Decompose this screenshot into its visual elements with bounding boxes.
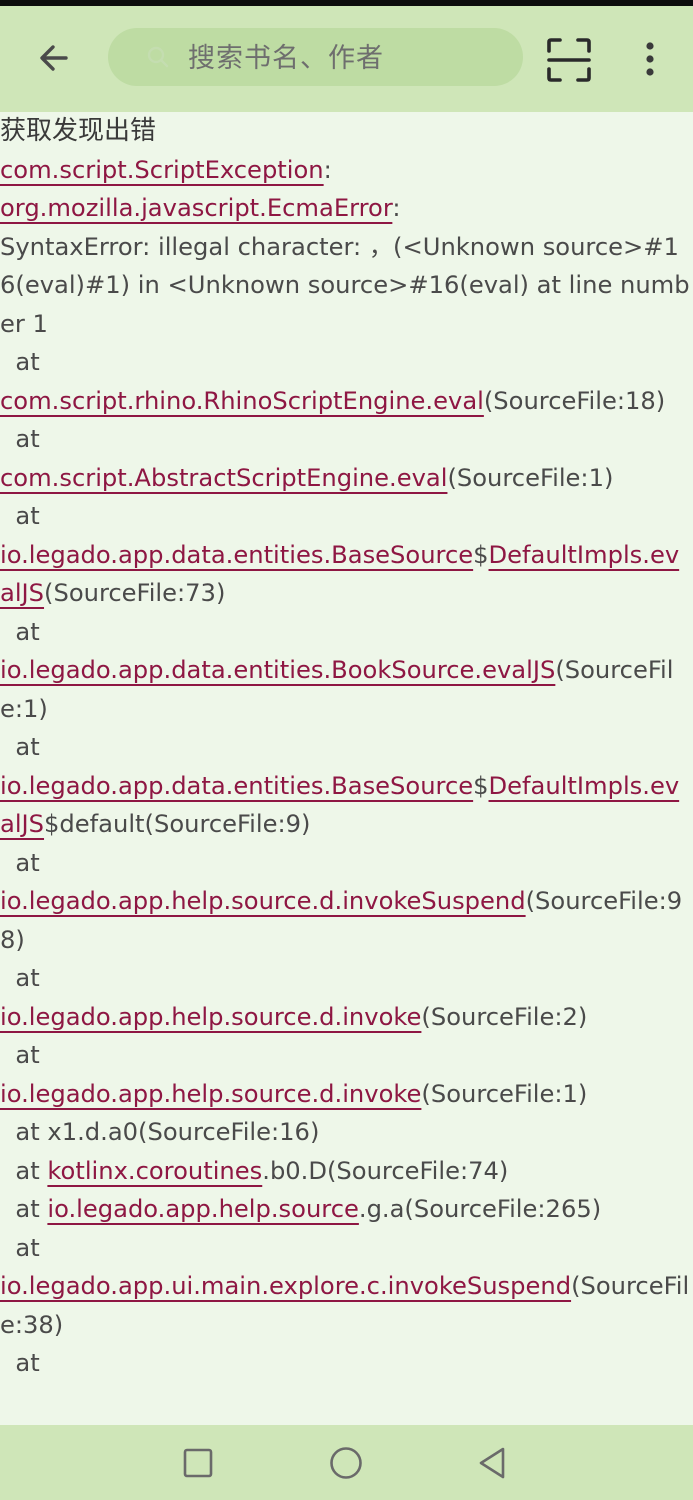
log-line: at: [0, 844, 693, 883]
log-text: at: [0, 1041, 48, 1069]
log-link[interactable]: io.legado.app.help.source.d.invoke: [0, 1003, 421, 1031]
triangle-back-icon: [479, 1447, 505, 1479]
more-vert-icon: [646, 42, 654, 76]
log-line: at: [0, 1344, 693, 1383]
log-line: at: [0, 497, 693, 536]
log-text: $default(SourceFile:9): [44, 810, 311, 838]
log-link[interactable]: com.script.ScriptException: [0, 156, 324, 184]
log-link[interactable]: io.legado.app.data.entities.BaseSource: [0, 541, 473, 569]
log-line: io.legado.app.data.entities.BaseSource$D…: [0, 536, 693, 613]
log-text: at: [0, 1233, 48, 1262]
log-line: io.legado.app.help.source.d.invoke(Sourc…: [0, 998, 693, 1037]
log-line: at: [0, 728, 693, 767]
back-nav-button[interactable]: [468, 1439, 516, 1487]
log-line: at: [0, 343, 693, 382]
log-text: (SourceFile:18): [483, 386, 666, 415]
log-link[interactable]: io.legado.app.data.entities.BaseSource: [0, 772, 473, 800]
log-link[interactable]: io.legado.app.help.source.d.invoke: [0, 1080, 421, 1108]
log-text: $: [473, 771, 489, 800]
top-app-bar: [0, 6, 693, 112]
log-line: org.mozilla.javascript.EcmaError:: [0, 189, 693, 228]
log-line: at: [0, 959, 693, 998]
log-link[interactable]: io.legado.app.help.source.d.invokeSuspen…: [0, 887, 526, 915]
more-options-button[interactable]: [630, 34, 670, 84]
log-text: (SourceFile:2): [421, 1002, 588, 1031]
log-text: :: [323, 155, 332, 184]
error-log: 获取发现出错 com.script.ScriptException: org.moz…: [0, 112, 693, 1425]
log-link[interactable]: io.legado.app.ui.main.explore.c.invokeSu…: [0, 1272, 571, 1300]
log-line: at: [0, 1036, 693, 1075]
error-title: 获取发现出错: [0, 116, 157, 146]
log-line: at: [0, 420, 693, 459]
log-text: $: [473, 540, 489, 569]
log-text: at x1.d.a0(SourceFile:16): [0, 1118, 320, 1146]
log-link[interactable]: org.mozilla.javascript.EcmaError: [0, 194, 392, 222]
log-text: (SourceFile:1): [447, 463, 614, 492]
log-line: io.legado.app.help.source.d.invokeSuspen…: [0, 882, 693, 959]
log-text: SyntaxError: illegal character: ，(<Unkno…: [0, 232, 690, 338]
log-text: at: [0, 348, 48, 376]
log-line: at x1.d.a0(SourceFile:16): [0, 1113, 693, 1152]
log-text: .b0.D(SourceFile:74): [262, 1156, 509, 1185]
log-text: at: [0, 1156, 48, 1185]
recent-apps-button[interactable]: [174, 1439, 222, 1487]
log-line: at kotlinx.coroutines.b0.D(SourceFile:74…: [0, 1152, 693, 1191]
log-text: :: [392, 194, 401, 222]
log-text: at: [0, 848, 48, 877]
search-icon: [147, 46, 169, 68]
log-text: (SourceFile:73): [44, 579, 226, 607]
square-icon: [183, 1448, 213, 1478]
log-line: io.legado.app.data.entities.BookSource.e…: [0, 651, 693, 728]
scan-icon[interactable]: [544, 35, 594, 85]
log-line: at io.legado.app.help.source.g.a(SourceF…: [0, 1190, 693, 1229]
log-text: at: [0, 1349, 48, 1377]
log-line: io.legado.app.ui.main.explore.c.invokeSu…: [0, 1267, 693, 1344]
log-link[interactable]: com.script.rhino.RhinoScriptEngine.eval: [0, 387, 484, 415]
log-line: com.script.AbstractScriptEngine.eval(Sou…: [0, 459, 693, 498]
log-text: at: [0, 733, 48, 761]
system-navigation-bar: [0, 1425, 693, 1500]
log-text: (SourceFile:1): [421, 1079, 588, 1108]
log-line: io.legado.app.help.source.d.invoke(Sourc…: [0, 1075, 693, 1114]
arrow-left-icon: [40, 45, 68, 71]
log-line: com.script.ScriptException:: [0, 151, 693, 190]
log-line: io.legado.app.data.entities.BaseSource$D…: [0, 767, 693, 844]
log-link[interactable]: com.script.AbstractScriptEngine.eval: [0, 464, 447, 492]
log-line: at: [0, 1229, 693, 1268]
log-text: at: [0, 502, 48, 530]
log-link[interactable]: io.legado.app.data.entities.BookSource.e…: [0, 656, 555, 684]
log-text: at: [0, 1195, 48, 1223]
log-line: SyntaxError: illegal character: ，(<Unkno…: [0, 228, 693, 344]
log-line: at: [0, 613, 693, 652]
log-link[interactable]: io.legado.app.help.source: [47, 1195, 358, 1223]
log-text: at: [0, 964, 48, 992]
search-input[interactable]: [186, 36, 510, 80]
log-text: at: [0, 617, 48, 646]
log-line: com.script.rhino.RhinoScriptEngine.eval(…: [0, 382, 693, 421]
circle-icon: [330, 1447, 362, 1479]
search-box[interactable]: [108, 28, 523, 86]
log-link[interactable]: kotlinx.coroutines: [47, 1157, 262, 1185]
log-text: at: [0, 425, 48, 453]
log-text: .g.a(SourceFile:265): [358, 1195, 602, 1223]
back-button[interactable]: [30, 34, 78, 82]
home-button[interactable]: [322, 1439, 370, 1487]
